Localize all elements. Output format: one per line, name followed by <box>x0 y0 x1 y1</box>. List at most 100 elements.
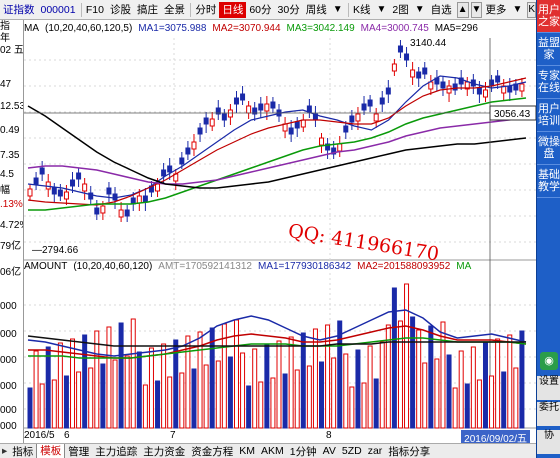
symbol-name[interactable]: 证指数 <box>0 2 38 18</box>
kline-chart-canvas[interactable]: 3140.44 —2794.66 3056.43 <box>24 20 536 430</box>
sidebar-item-micro-trading[interactable]: 微操盘 <box>537 132 560 165</box>
layout-select[interactable]: 2图 <box>389 2 411 18</box>
period-30min-tab[interactable]: 30分 <box>275 2 303 18</box>
period-weekly-tab[interactable]: 周线 <box>303 2 330 18</box>
volume-bar <box>246 385 252 429</box>
period-60min-tab[interactable]: 60分 <box>246 2 274 18</box>
volume-bar <box>452 387 458 429</box>
tab-indicator-share[interactable]: 指标分享 <box>385 444 433 458</box>
period-daily-tab[interactable]: 日线 <box>219 1 247 18</box>
tab-main-funds[interactable]: 主力资金 <box>140 444 188 458</box>
volume-bar <box>209 327 215 429</box>
candle-body <box>161 169 167 177</box>
sidebar-item-basic-teaching[interactable]: 基础教学 <box>537 165 560 198</box>
back-icon[interactable]: K <box>527 1 537 18</box>
candle-body <box>482 89 488 98</box>
volume-legend-ma3: MA <box>456 261 472 272</box>
zhuang-button[interactable]: 搞庄 <box>134 2 161 18</box>
sidebar-assist[interactable]: 协 <box>537 430 560 454</box>
tab-main-track[interactable]: 主力追踪 <box>92 444 140 458</box>
volume-bar <box>519 330 525 429</box>
more-dropdown-icon[interactable]: ▼ <box>509 2 525 18</box>
candle-body <box>306 105 312 113</box>
volume-legend-head[interactable]: AMOUNT <box>24 261 67 272</box>
axis-label: 0.49 <box>0 125 20 136</box>
volume-bar <box>88 367 94 429</box>
sidebar-settings[interactable]: 设置 <box>537 376 560 400</box>
f10-button[interactable]: F10 <box>83 2 107 18</box>
volume-bar <box>100 363 106 429</box>
legend-ma1: MA1=3075.988 <box>138 23 207 34</box>
axis-label: 79亿 <box>0 241 22 252</box>
axis-label: 02 五 <box>0 45 24 56</box>
volume-bar <box>306 365 312 429</box>
tab-1min[interactable]: 1分钟 <box>287 444 320 458</box>
date-label: 2016/5 <box>24 430 55 441</box>
volume-bar <box>148 347 154 429</box>
volume-bar <box>440 321 446 429</box>
tab-akm[interactable]: AKM <box>258 445 287 457</box>
candle-body <box>410 69 416 78</box>
ma5-line <box>27 105 527 189</box>
volume-bar <box>76 371 82 429</box>
tab-5zd[interactable]: 5ZD <box>339 445 365 457</box>
axis-label: 000 <box>0 381 17 392</box>
candle-body <box>70 179 76 187</box>
panorama-button[interactable]: 全景 <box>161 2 188 18</box>
tab-manage[interactable]: 管理 <box>65 444 92 458</box>
volume-bar <box>476 379 482 429</box>
candle-body <box>227 109 233 118</box>
watchlist-button[interactable]: 自选 <box>428 2 455 18</box>
tab-zar[interactable]: zar <box>365 445 386 457</box>
volume-bar <box>82 334 88 429</box>
candle-body <box>385 87 391 95</box>
legend-ma3: MA3=3042.149 <box>286 23 355 34</box>
chart-area[interactable]: 指 年 02 五 47 12.53 0.49 7.35 4.5 幅 .13% 4… <box>0 20 536 458</box>
kline-mode-select[interactable]: K线 <box>350 2 374 18</box>
candle-body <box>416 71 422 79</box>
volume-bar <box>410 316 416 429</box>
candle-body <box>63 191 69 200</box>
candle-body <box>367 99 373 107</box>
zoom-in-icon[interactable]: ▲ <box>456 1 469 18</box>
volume-bar <box>373 378 379 429</box>
zoom-out-icon[interactable]: ▼ <box>470 1 483 18</box>
sidebar-item-user-home[interactable]: 用户之家 <box>537 0 560 33</box>
kline-mode-dropdown-icon[interactable]: ▼ <box>373 2 389 18</box>
symbol-code[interactable]: 000001 <box>38 2 79 18</box>
volume-bar <box>221 323 227 429</box>
period-dropdown-icon[interactable]: ▼ <box>330 2 346 18</box>
tab-template[interactable]: 模板 <box>36 444 66 458</box>
date-axis: 2016/5 6 7 8 2016/09/02/五 <box>24 430 536 445</box>
volume-bar <box>203 364 209 429</box>
tab-indicator[interactable]: 指标 <box>9 444 36 458</box>
sidebar-item-expert-online[interactable]: 专家在线 <box>537 66 560 99</box>
volume-bar <box>240 352 246 429</box>
tabs-left-arrow-icon[interactable]: ▸ <box>0 445 9 457</box>
kline-legend: MA (10,20,40,60,120,5) MA1=3075.988 MA2=… <box>24 22 484 35</box>
diagnose-button[interactable]: 诊股 <box>107 2 134 18</box>
volume-bar <box>507 334 513 429</box>
tab-av[interactable]: AV <box>320 445 339 457</box>
candle-body <box>246 105 252 114</box>
tab-km[interactable]: KM <box>236 445 258 457</box>
candle-body <box>404 53 410 61</box>
candle-body <box>349 115 355 123</box>
sidebar-item-yimeng-home[interactable]: 益盟家 <box>537 33 560 66</box>
tab-fund-equation[interactable]: 资金方程 <box>188 444 236 458</box>
period-intraday-tab[interactable]: 分时 <box>192 2 219 18</box>
axis-label: 指 <box>0 21 10 32</box>
sidebar-item-user-training[interactable]: 用户培训 <box>537 99 560 132</box>
volume-legend-ma1: MA1=177930186342 <box>257 261 352 272</box>
left-info-axis: 指 年 02 五 47 12.53 0.49 7.35 4.5 幅 .13% 4… <box>0 20 24 443</box>
candle-body <box>136 195 142 204</box>
volume-bar <box>434 358 440 429</box>
candle-body <box>100 205 106 214</box>
right-sidebar: 用户之家 益盟家 专家在线 用户培训 微操盘 基础教学 ◉ 设置 委托 协 <box>536 0 560 458</box>
date-label: 8 <box>326 430 332 441</box>
sidebar-entrust[interactable]: 委托 <box>537 402 560 426</box>
wechat-icon[interactable]: ◉ <box>540 352 558 370</box>
more-button[interactable]: 更多 <box>482 2 509 18</box>
layout-dropdown-icon[interactable]: ▼ <box>412 2 428 18</box>
candle-body <box>452 83 458 91</box>
